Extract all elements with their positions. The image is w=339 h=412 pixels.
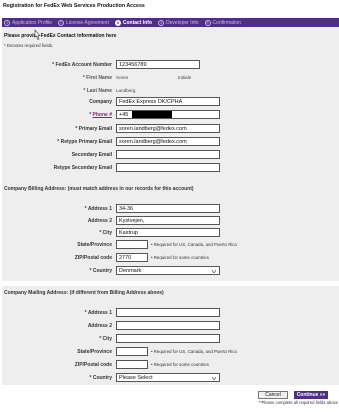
initials-label: Initials bbox=[178, 75, 192, 80]
chevron-down-icon bbox=[212, 377, 216, 380]
secondary-email-input[interactable] bbox=[116, 150, 220, 159]
step-confirmation[interactable]: 5 Confirmation bbox=[204, 19, 241, 26]
redacted-phone-block bbox=[132, 111, 172, 118]
phone-label: * Phone # bbox=[2, 112, 112, 118]
mailing-state-label: State/Province bbox=[77, 349, 112, 355]
mailing-country-select[interactable]: Please Select bbox=[116, 373, 220, 382]
billing-address2-input[interactable]: Kystvejen, bbox=[116, 216, 220, 225]
company-input[interactable]: FedEx Express DK/CPHA bbox=[116, 97, 220, 106]
step-label: License Agreement bbox=[66, 19, 109, 26]
step-label: Application Profile bbox=[12, 19, 53, 26]
mailing-address1-input[interactable] bbox=[116, 308, 220, 317]
billing-zip-label: ZIP/Postal code bbox=[74, 255, 112, 261]
billing-address1-input[interactable]: 34-36 bbox=[116, 204, 220, 213]
step-application-profile[interactable]: 1 Application Profile bbox=[4, 19, 53, 26]
step-license-agreement[interactable]: 2 License Agreement bbox=[58, 19, 109, 26]
billing-state-hint: • Required for US, Canada, and Puerto Ri… bbox=[151, 242, 237, 247]
mailing-zip-hint: • Required for some countries bbox=[151, 362, 209, 367]
mouse-pointer-icon bbox=[34, 29, 41, 40]
phone-help-link[interactable]: Phone # bbox=[93, 112, 112, 118]
billing-country-select[interactable]: Denmark bbox=[116, 266, 220, 275]
page-title: Registration for FedEx Web Services Prod… bbox=[3, 3, 145, 9]
first-name-label: * First Name bbox=[82, 75, 112, 81]
step-number-4: 4 bbox=[158, 19, 165, 26]
progress-steps: 1 Application Profile 2 License Agreement … bbox=[2, 18, 339, 27]
required-note: * Denotes required fields. bbox=[4, 43, 54, 48]
mailing-address2-label: Address 2 bbox=[87, 323, 112, 329]
mailing-zip-input[interactable] bbox=[116, 360, 148, 369]
mailing-state-input[interactable] bbox=[116, 347, 148, 356]
primary-email-label: * Primary Email bbox=[75, 126, 112, 132]
mailing-country-value: Please Select bbox=[119, 375, 153, 381]
secondary-email-label: Secondary Email bbox=[71, 152, 112, 158]
billing-city-input[interactable]: Kastrup bbox=[116, 228, 220, 237]
cancel-button[interactable]: Cancel bbox=[258, 391, 288, 399]
continue-button[interactable]: Continue »» bbox=[294, 391, 328, 399]
company-label: Company bbox=[89, 99, 112, 105]
mailing-city-label: * City bbox=[99, 336, 112, 342]
chevron-down-icon bbox=[212, 270, 216, 273]
billing-zip-input[interactable]: 2770 bbox=[116, 253, 148, 262]
billing-country-label: * Country bbox=[89, 268, 113, 274]
billing-address2-label: Address 2 bbox=[87, 218, 112, 224]
billing-address1-label: * Address 1 bbox=[84, 206, 112, 212]
first-name-value[interactable]: Soren bbox=[116, 75, 128, 80]
mailing-zip-label: ZIP/Postal code bbox=[74, 362, 112, 368]
step-developer-info[interactable]: 4 Developer Info bbox=[158, 19, 199, 26]
step-number-3: 3 bbox=[114, 19, 121, 26]
mailing-city-input[interactable] bbox=[116, 334, 220, 343]
intro-text: Please provide FedEx Contact information… bbox=[4, 33, 117, 39]
step-label: Developer Info bbox=[166, 19, 199, 26]
phone-value: +45 bbox=[119, 112, 129, 118]
mailing-state-hint: • Required for US, Canada, and Puerto Ri… bbox=[151, 349, 237, 354]
billing-state-label: State/Province bbox=[77, 242, 112, 248]
required-fields-note: **Please complete all required fields ab… bbox=[258, 400, 338, 405]
step-number-2: 2 bbox=[58, 19, 65, 26]
mailing-address1-label: * Address 1 bbox=[84, 310, 112, 316]
retype-primary-email-input[interactable]: soren.landberg@fedex.com bbox=[116, 137, 220, 146]
step-label: Confirmation bbox=[212, 19, 241, 26]
billing-country-value: Denmark bbox=[119, 268, 142, 274]
retype-secondary-email-input[interactable] bbox=[116, 163, 220, 172]
mailing-section-title: Company Mailing Address: (if different f… bbox=[4, 290, 164, 296]
mailing-country-label: * Country bbox=[89, 375, 113, 381]
step-number-1: 1 bbox=[4, 19, 10, 26]
billing-zip-hint: • Required for some countries bbox=[151, 255, 209, 260]
mailing-address2-input[interactable] bbox=[116, 321, 220, 330]
step-label: Contact Info bbox=[122, 19, 153, 26]
retype-secondary-email-label: Retype Secondary Email bbox=[53, 165, 112, 171]
account-number-label: * FedEx Account Number bbox=[52, 62, 112, 68]
account-number-input[interactable]: 123456789 bbox=[116, 60, 200, 69]
primary-email-input[interactable]: soren.landberg@fedex.com bbox=[116, 124, 220, 133]
retype-primary-email-label: * Retype Primary Email bbox=[57, 139, 112, 145]
billing-section-title: Company Billing Address: (must match add… bbox=[4, 186, 194, 192]
last-name-label: * Last Name bbox=[83, 88, 112, 94]
step-contact-info[interactable]: 3 Contact Info bbox=[114, 19, 153, 26]
step-number-5: 5 bbox=[204, 19, 211, 26]
billing-state-input[interactable] bbox=[116, 240, 148, 249]
last-name-value[interactable]: Landberg bbox=[116, 88, 135, 93]
billing-city-label: * City bbox=[99, 230, 112, 236]
